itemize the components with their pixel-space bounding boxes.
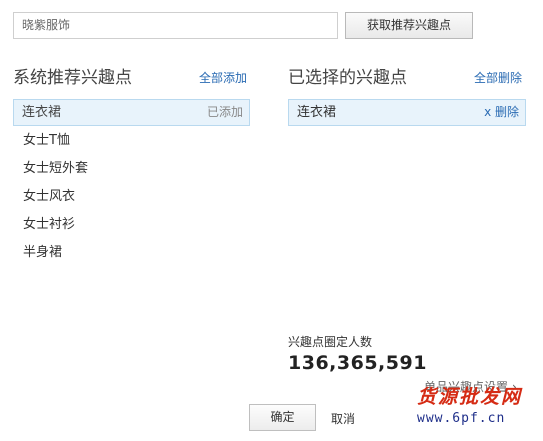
audience-count: 136,365,591 [288,352,427,374]
single-setting-label: 单品兴趣点设置 [424,380,509,394]
remove-all-link[interactable]: 全部删除 [474,69,522,86]
recommended-item[interactable]: 女士衬衫 [13,211,250,239]
confirm-button[interactable]: 确定 [249,404,316,431]
selected-item-label: 连衣裙 [297,105,337,120]
recommended-list: 女士T恤 女士短外套 女士风衣 女士衬衫 半身裙 [13,127,250,267]
recommended-item-active[interactable]: 连衣裙 已添加 [13,99,250,126]
recommended-item[interactable]: 半身裙 [13,239,250,267]
recommended-item[interactable]: 女士短外套 [13,155,250,183]
watermark-url: www.6pf.cn [417,411,506,426]
recommended-title: 系统推荐兴趣点 [13,68,132,88]
recommended-item[interactable]: 女士T恤 [13,127,250,155]
add-all-link[interactable]: 全部添加 [199,69,247,86]
search-input[interactable]: 晓紫服饰 [13,12,338,39]
single-item-setting-link[interactable]: 单品兴趣点设置 › [424,378,517,395]
cancel-button[interactable]: 取消 [331,410,355,427]
fetch-interests-button[interactable]: 获取推荐兴趣点 [345,12,473,39]
added-status: 已添加 [206,105,243,119]
recommended-item[interactable]: 女士风衣 [13,183,250,211]
chevron-right-icon: › [512,380,517,394]
selected-title: 已选择的兴趣点 [288,68,407,88]
audience-label: 兴趣点圈定人数 [288,335,373,349]
selected-item: 连衣裙 x 删除 [288,99,526,126]
recommended-item-label: 连衣裙 [22,105,62,120]
delete-button[interactable]: x 删除 [484,100,519,125]
